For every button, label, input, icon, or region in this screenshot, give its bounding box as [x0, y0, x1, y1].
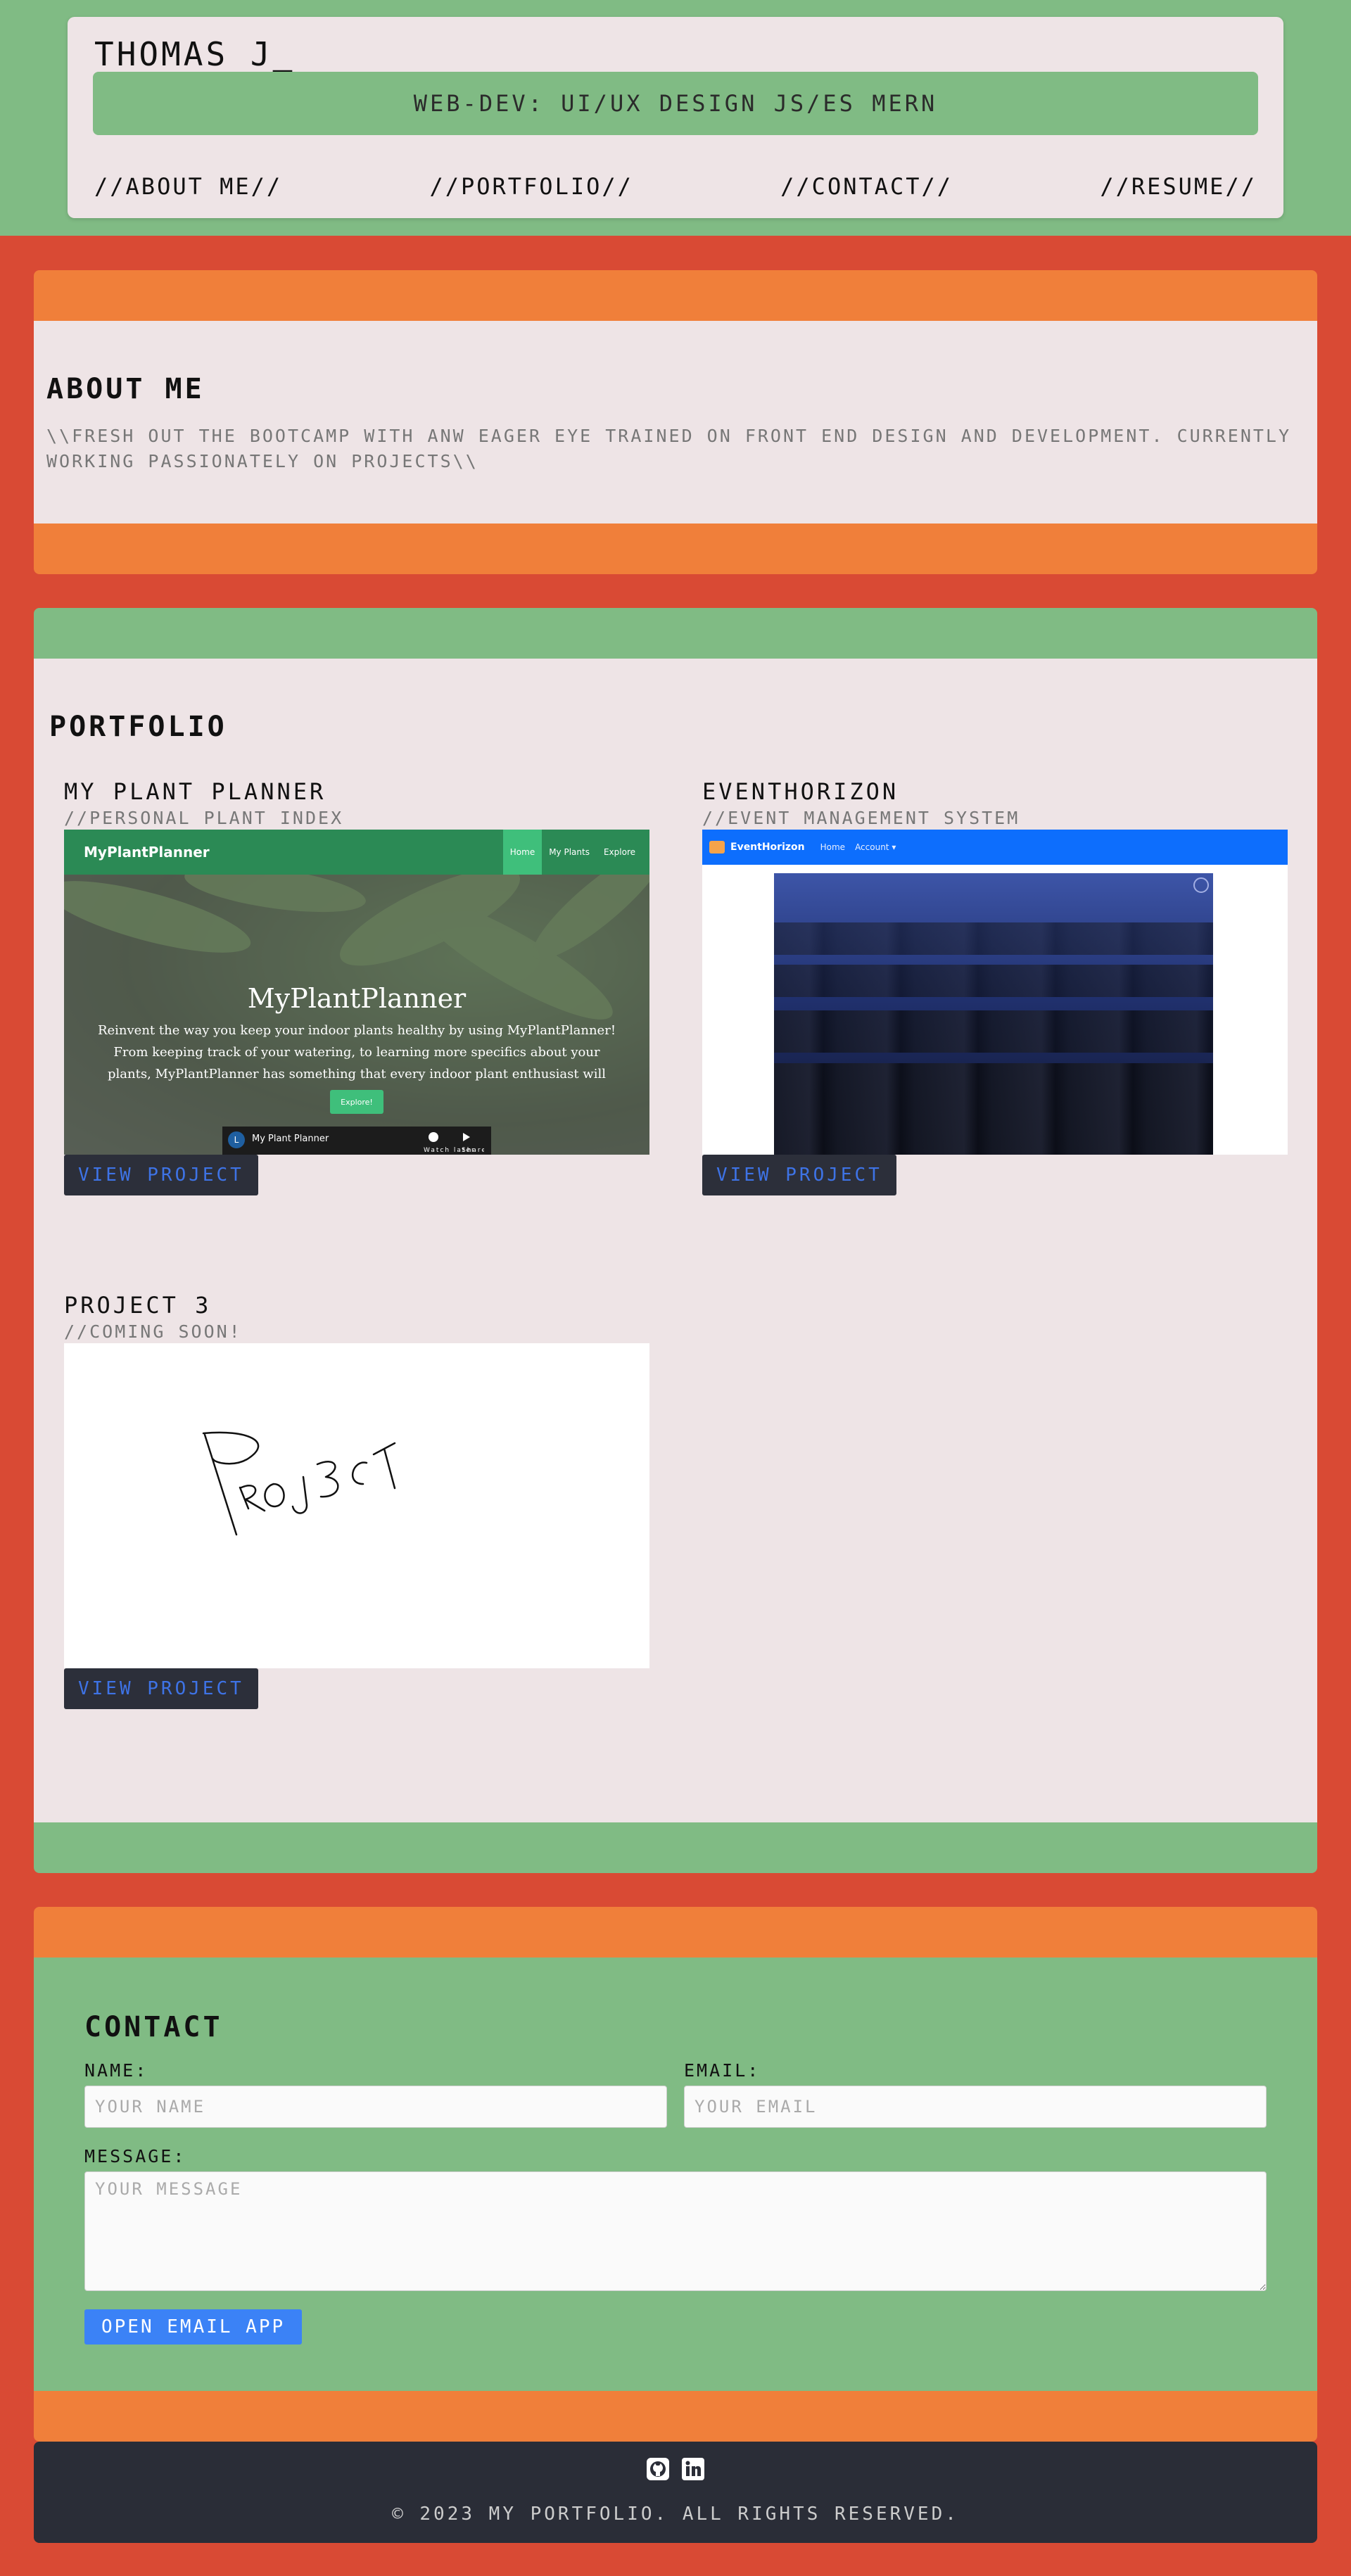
message-textarea[interactable] [84, 2171, 1267, 2291]
project-subtitle: //COMING SOON! [64, 1321, 242, 1342]
plant-nav-links: Home My Plants Explore [502, 830, 642, 875]
video-share-label: Share [462, 1147, 484, 1153]
seat-row [774, 965, 1213, 997]
image-badge-icon [1193, 877, 1209, 893]
email-input[interactable] [684, 2086, 1267, 2128]
github-icon[interactable] [646, 2457, 670, 2481]
name-input[interactable] [84, 2086, 667, 2128]
project-screenshot-eventhorizon: EventHorizon Home Account ▾ [702, 830, 1288, 1155]
portfolio-top-band [34, 608, 1317, 659]
project-screenshot-project-3 [64, 1343, 649, 1668]
event-nav-home: Home [820, 842, 846, 852]
footer: © 2023 MY PORTFOLIO. ALL RIGHTS RESERVED… [34, 2442, 1317, 2543]
event-navbar: EventHorizon Home Account ▾ [702, 830, 1288, 865]
event-auditorium-image [774, 873, 1213, 1155]
nav-portfolio[interactable]: //PORTFOLIO// [429, 173, 633, 200]
project-card-plant-planner: MY PLANT PLANNER //PERSONAL PLANT INDEX … [64, 778, 649, 1195]
event-nav-account: Account ▾ [855, 842, 896, 852]
project-title: PROJECT 3 [64, 1292, 212, 1319]
project-title: EVENTHORIZON [702, 778, 899, 805]
name-label: NAME: [84, 2060, 148, 2081]
seat-row [774, 922, 1213, 955]
view-project-button[interactable]: VIEW PROJECT [702, 1155, 896, 1195]
plant-nav-my-plants: My Plants [549, 847, 590, 857]
seat-row [774, 1119, 1213, 1155]
nav-contact[interactable]: //CONTACT// [780, 173, 953, 200]
seat-row [774, 1010, 1213, 1053]
copyright-text: © 2023 MY PORTFOLIO. ALL RIGHTS RESERVED… [392, 2504, 959, 2525]
project-subtitle: //PERSONAL PLANT INDEX [64, 808, 344, 828]
about-bottom-band [34, 524, 1317, 574]
about-body: ABOUT ME \\FRESH OUT THE BOOTCAMP WITH A… [34, 321, 1317, 524]
nav-about-me[interactable]: //ABOUT ME// [94, 173, 282, 200]
about-section: ABOUT ME \\FRESH OUT THE BOOTCAMP WITH A… [34, 270, 1317, 574]
view-project-button[interactable]: VIEW PROJECT [64, 1668, 258, 1709]
project-title: MY PLANT PLANNER [64, 778, 326, 805]
project-card-eventhorizon: EVENTHORIZON //EVENT MANAGEMENT SYSTEM E… [702, 778, 1288, 1195]
plant-video-embed: L My Plant Planner Watch later Share [222, 1127, 491, 1155]
contact-bottom-band [34, 2391, 1317, 2442]
tagline: WEB-DEV: UI/UX DESIGN JS/ES MERN [93, 72, 1258, 135]
seat-row [774, 1063, 1213, 1119]
message-label: MESSAGE: [84, 2146, 186, 2166]
video-actions-icons: Watch later Share [424, 1132, 484, 1153]
portfolio-bottom-band [34, 1822, 1317, 1873]
contact-title: CONTACT [84, 2011, 223, 2043]
main-nav: //ABOUT ME// //PORTFOLIO// //CONTACT// /… [94, 173, 1257, 200]
plant-hero-title: MyPlantPlanner [247, 983, 467, 1014]
plant-explore-button: Explore! [330, 1090, 383, 1114]
project-sketch-image [202, 1431, 396, 1536]
project-subtitle: //EVENT MANAGEMENT SYSTEM [702, 808, 1020, 828]
header-card: THOMAS J_ WEB-DEV: UI/UX DESIGN JS/ES ME… [68, 17, 1283, 218]
video-channel-avatar: L [228, 1131, 245, 1148]
plant-brand: MyPlantPlanner [84, 844, 210, 861]
open-email-app-button[interactable]: OPEN EMAIL APP [84, 2309, 303, 2345]
about-title: ABOUT ME [46, 373, 205, 405]
portfolio-title: PORTFOLIO [49, 711, 227, 743]
site-title-text: THOMAS J [94, 35, 273, 73]
about-top-band [34, 270, 1317, 321]
linkedin-icon[interactable] [681, 2457, 705, 2481]
event-brand: EventHorizon [730, 842, 805, 853]
site-title: THOMAS J_ [94, 35, 295, 73]
project-screenshot-plant-planner: MyPlantPlanner Home My Plants Explore My… [64, 830, 649, 1155]
title-cursor: _ [272, 35, 296, 73]
nav-resume[interactable]: //RESUME// [1100, 173, 1257, 200]
event-logo-icon [709, 841, 725, 854]
email-label: EMAIL: [684, 2060, 761, 2081]
about-text: \\FRESH OUT THE BOOTCAMP WITH ANW EAGER … [46, 426, 1292, 471]
view-project-button[interactable]: VIEW PROJECT [64, 1155, 258, 1195]
plant-nav-home: Home [502, 830, 543, 875]
portfolio-section: PORTFOLIO MY PLANT PLANNER //PERSONAL PL… [34, 608, 1317, 1873]
social-icons [34, 2457, 1317, 2481]
project-card-project-3: PROJECT 3 //COMING SOON! VIEW PROJECT [64, 1292, 649, 1709]
plant-nav-explore: Explore [603, 847, 635, 857]
video-title: My Plant Planner [252, 1134, 329, 1144]
sketch-lettering [202, 1431, 396, 1536]
portfolio-body: PORTFOLIO MY PLANT PLANNER //PERSONAL PL… [34, 659, 1317, 1822]
contact-top-band [34, 1907, 1317, 1958]
